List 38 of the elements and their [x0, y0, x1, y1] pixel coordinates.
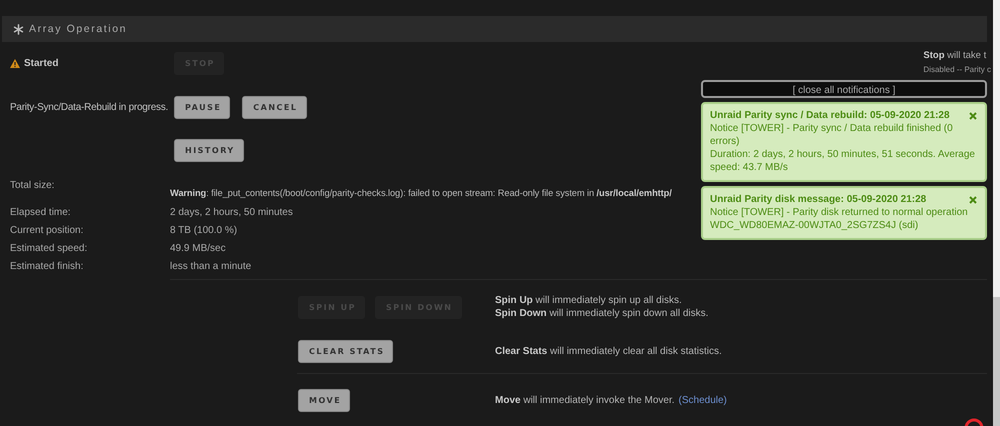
- notification-text: Duration: 2 days, 2 hours, 50 minutes, 51 seconds. Average speed: 43.7 MB/s: [710, 148, 976, 174]
- help-text: Stop will take t: [923, 50, 988, 60]
- notification-title: Unraid Parity disk message: 05-09-2020 21:28: [710, 193, 928, 206]
- progress-label: Parity-Sync/Data-Rebuild in progress.: [10, 102, 170, 113]
- notification-title: Unraid Parity sync / Data rebuild: 05-09-2020 21:28: [710, 109, 951, 122]
- scrollbar[interactable]: [993, 0, 1000, 426]
- stat-value: less than a minute: [170, 260, 252, 274]
- action-button[interactable]: CLEAR STATS: [298, 340, 394, 363]
- close-icon[interactable]: [969, 196, 977, 204]
- help-text: Spin Down will immediately spin down all disks.: [495, 307, 710, 320]
- stat-label: Estimated speed:: [10, 242, 88, 256]
- stat-label: Estimated finish:: [10, 260, 84, 274]
- stat-label: Current position:: [10, 224, 84, 238]
- help-text: Spin Up will immediately spin up all disks.: [495, 294, 683, 307]
- stat-value: 8 TB (100.0 %): [170, 224, 238, 238]
- warning-message: Warning: file_put_contents(/boot/config/parity-checks.log): failed to open stream: Read-only file system in /usr/local/emhttp/: [170, 187, 672, 200]
- notification-text: WDC_WD80EMAZ-00WJTA0_2SG7ZS4J (sdi): [710, 219, 920, 232]
- snowflake-icon: [13, 24, 24, 34]
- close-all-button[interactable]: [ close all notifications ]: [701, 80, 987, 98]
- ring-icon[interactable]: [964, 416, 984, 426]
- action-button[interactable]: CANCEL: [242, 96, 306, 119]
- action-button[interactable]: HISTORY: [174, 139, 244, 162]
- stat-value: 49.9 MB/sec: [170, 242, 226, 256]
- help-text: Move will immediately invoke the Mover. (Schedule): [495, 394, 728, 407]
- schedule-link[interactable]: (Schedule): [678, 395, 727, 406]
- status-label: Started: [24, 58, 58, 69]
- help-text: Clear Stats will immediately clear all disk statistics.: [495, 345, 723, 358]
- notification-text: Notice [TOWER] - Parity sync / Data rebuild finished (0 errors): [710, 122, 954, 148]
- section-title: Array Operation: [29, 23, 128, 35]
- stat-label: Elapsed time:: [10, 206, 71, 220]
- action-button[interactable]: PAUSE: [174, 96, 230, 119]
- action-button[interactable]: MOVE: [298, 389, 350, 412]
- stat-value: 2 days, 2 hours, 50 minutes: [170, 206, 293, 220]
- notification-text: Notice [TOWER] - Parity disk returned to normal operation: [710, 206, 969, 219]
- help-note: Disabled -- Parity c: [923, 64, 991, 74]
- close-icon[interactable]: [969, 112, 977, 120]
- warning-icon: [10, 59, 20, 68]
- stat-label: Total size:: [10, 179, 54, 193]
